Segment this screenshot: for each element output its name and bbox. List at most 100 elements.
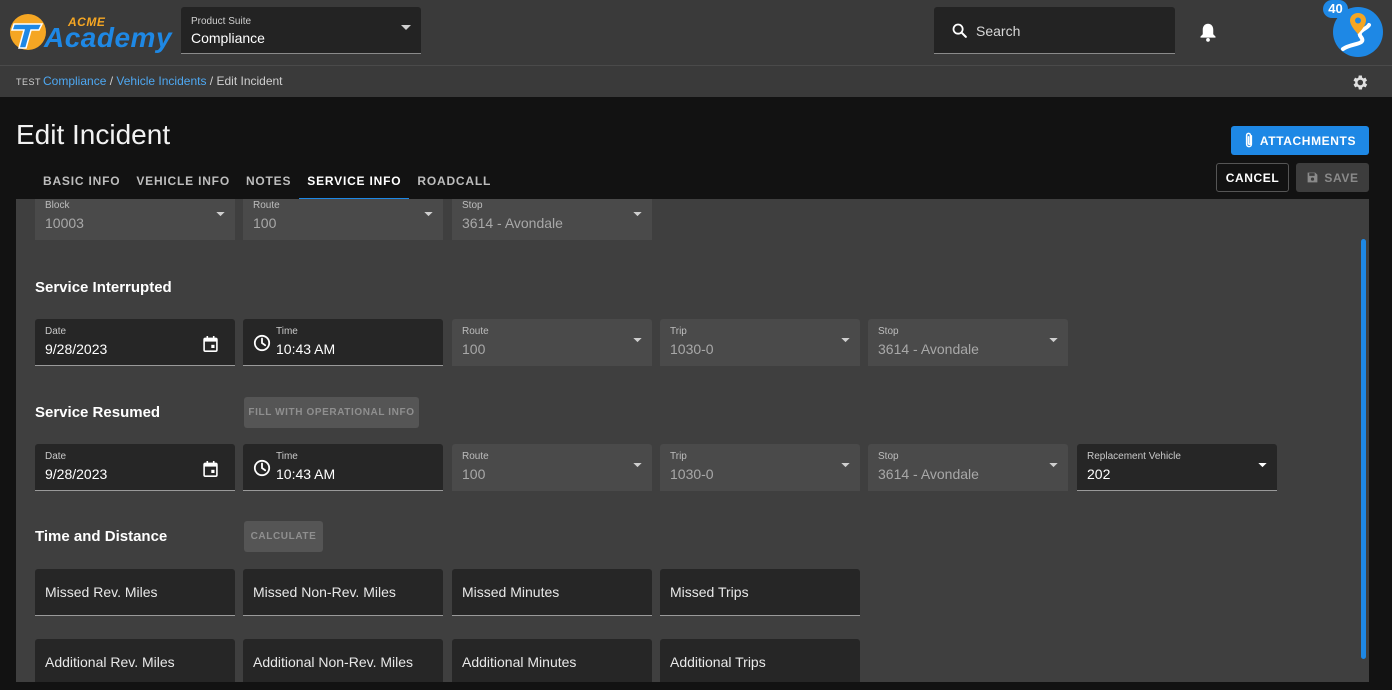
chevron-down-icon [1258,463,1267,468]
chevron-down-icon [401,25,411,30]
tab-bar: BASIC INFO VEHICLE INFO NOTES SERVICE IN… [35,165,499,200]
bell-icon[interactable] [1199,22,1217,42]
vertical-scrollbar[interactable] [1361,239,1366,659]
tab-roadcall[interactable]: ROADCALL [409,165,499,200]
date-label: Date [45,326,67,337]
additional-minutes-label: Additional Minutes [462,654,577,670]
resumed-stop-select[interactable]: Stop 3614 - Avondale [868,444,1068,491]
save-icon [1308,172,1318,183]
fill-with-operational-info-button[interactable]: FILL WITH OPERATIONAL INFO [244,397,419,428]
date-value: 9/28/2023 [45,466,108,482]
resumed-trip-select[interactable]: Trip 1030-0 [660,444,860,491]
additional-non-rev-miles-input[interactable]: Additional Non-Rev. Miles [243,639,443,682]
chevron-down-icon [1049,463,1058,468]
breadcrumb-link-compliance[interactable]: Compliance [43,74,106,88]
search-icon [952,23,967,38]
trip-value: 1030-0 [670,341,714,357]
calendar-icon[interactable] [203,461,218,477]
trip-label: Trip [670,451,687,462]
resumed-time-field[interactable]: Time 10:43 AM [243,444,443,491]
interrupted-time-field[interactable]: Time 10:43 AM [243,319,443,366]
calendar-icon[interactable] [203,336,218,352]
block-select[interactable]: Block 10003 [35,199,235,240]
notification-count-badge: 40 [1323,0,1348,18]
time-and-distance-heading: Time and Distance [35,528,168,545]
time-label: Time [276,451,298,462]
service-resumed-heading: Service Resumed [35,404,161,421]
clock-icon [253,459,271,477]
service-interrupted-heading: Service Interrupted [35,279,172,296]
missed-minutes-input[interactable]: Missed Minutes [452,569,652,616]
acme-academy-logo[interactable]: ACME Academy [8,10,173,54]
gear-icon[interactable] [1350,73,1369,92]
route-label: Route [462,326,489,337]
search-field[interactable]: Search [934,7,1175,54]
missed-minutes-label: Missed Minutes [462,584,560,600]
paperclip-icon [1245,132,1253,148]
stop-select[interactable]: Stop 3614 - Avondale [452,199,652,240]
additional-trips-input[interactable]: Additional Trips [660,639,860,682]
missed-trips-input[interactable]: Missed Trips [660,569,860,616]
cancel-button[interactable]: CANCEL [1216,163,1289,192]
stop-value: 3614 - Avondale [462,215,563,231]
breadcrumb-link-vehicle-incidents[interactable]: Vehicle Incidents [116,74,206,88]
tab-basic-info[interactable]: BASIC INFO [35,165,128,200]
route-label: Route [462,451,489,462]
missed-non-rev-miles-input[interactable]: Missed Non-Rev. Miles [243,569,443,616]
breadcrumb-bar: TEST Compliance / Vehicle Incidents / Ed… [0,65,1392,97]
additional-rev-miles-label: Additional Rev. Miles [45,654,175,670]
product-suite-select[interactable]: Product Suite Compliance [181,7,421,54]
chevron-down-icon [633,338,642,343]
stop-label: Stop [878,326,899,337]
resumed-date-field[interactable]: Date 9/28/2023 [35,444,235,491]
replacement-vehicle-label: Replacement Vehicle [1087,451,1181,462]
brand-large: Academy [44,22,173,53]
missed-rev-miles-label: Missed Rev. Miles [45,584,158,600]
time-value: 10:43 AM [276,341,336,357]
route-value: 100 [462,466,486,482]
route-select[interactable]: Route 100 [243,199,443,240]
logo-mark-icon [10,14,46,50]
route-label: Route [253,200,280,211]
breadcrumb: Compliance / Vehicle Incidents / Edit In… [43,74,283,88]
product-suite-value: Compliance [191,30,265,46]
attachments-button[interactable]: ATTACHMENTS [1231,126,1369,155]
tab-vehicle-info[interactable]: VEHICLE INFO [128,165,238,200]
additional-minutes-input[interactable]: Additional Minutes [452,639,652,682]
interrupted-date-field[interactable]: Date 9/28/2023 [35,319,235,366]
route-value: 100 [462,341,486,357]
interrupted-route-select[interactable]: Route 100 [452,319,652,366]
calculate-button[interactable]: CALCULATE [244,521,323,552]
trip-label: Trip [670,326,687,337]
chevron-down-icon [633,463,642,468]
page-title: Edit Incident [16,119,171,150]
top-app-bar: ACME Academy Product Suite Compliance Se… [0,0,1392,65]
chevron-down-icon [216,212,225,217]
service-info-panel: Block 10003 Route 100 Stop 3614 - Avonda… [16,199,1369,682]
date-label: Date [45,451,67,462]
breadcrumb-separator: / [106,74,117,88]
product-suite-label: Product Suite [191,16,252,27]
missed-rev-miles-input[interactable]: Missed Rev. Miles [35,569,235,616]
chevron-down-icon [424,212,433,217]
search-placeholder: Search [976,23,1021,39]
additional-non-rev-miles-label: Additional Non-Rev. Miles [253,654,414,670]
interrupted-stop-select[interactable]: Stop 3614 - Avondale [868,319,1068,366]
additional-rev-miles-input[interactable]: Additional Rev. Miles [35,639,235,682]
date-value: 9/28/2023 [45,341,108,357]
replacement-vehicle-value: 202 [1087,466,1111,482]
replacement-vehicle-select[interactable]: Replacement Vehicle 202 [1077,444,1277,491]
chevron-down-icon [841,463,850,468]
save-button[interactable]: SAVE [1296,163,1369,192]
trip-value: 1030-0 [670,466,714,482]
breadcrumb-current: Edit Incident [216,74,283,88]
additional-trips-label: Additional Trips [670,654,766,670]
tab-service-info[interactable]: SERVICE INFO [299,165,410,200]
chevron-down-icon [633,212,642,217]
tab-notes[interactable]: NOTES [238,165,299,200]
interrupted-trip-select[interactable]: Trip 1030-0 [660,319,860,366]
missed-trips-label: Missed Trips [670,584,749,600]
chevron-down-icon [1049,338,1058,343]
resumed-route-select[interactable]: Route 100 [452,444,652,491]
chevron-down-icon [841,338,850,343]
